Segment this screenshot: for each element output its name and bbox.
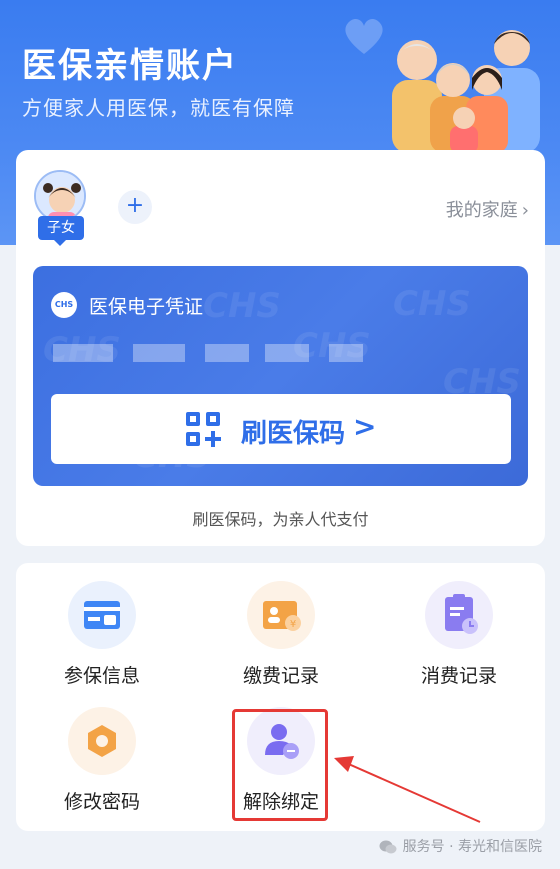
child-avatar-icon bbox=[36, 172, 84, 220]
chevron-right-icon: > bbox=[353, 410, 377, 443]
service-label: 缴费记录 bbox=[242, 665, 319, 687]
child-avatar[interactable] bbox=[34, 170, 86, 222]
my-family-label: 我的家庭 bbox=[445, 200, 518, 221]
family-card: 子女 + 我的家庭› CHS CHS CHS CHS CHS CHS CHS 医… bbox=[16, 150, 545, 546]
service-expense-record[interactable]: 消费记录 bbox=[389, 581, 529, 688]
service-label: 参保信息 bbox=[63, 665, 140, 687]
footer-text: 服务号 · 寿光和信医院 bbox=[402, 839, 542, 855]
wechat-icon bbox=[379, 840, 397, 854]
scan-code-label: 刷医保码 bbox=[241, 419, 346, 449]
medical-certificate-card: CHS CHS CHS CHS CHS CHS CHS 医保电子凭证 刷医保码 … bbox=[33, 266, 528, 486]
add-member-button[interactable]: + bbox=[118, 190, 152, 224]
masked-id-segment bbox=[265, 344, 309, 362]
watermark: CHS bbox=[203, 286, 281, 326]
pay-hint-text: 刷医保码，为亲人代支付 bbox=[192, 510, 369, 529]
scan-medical-code-button[interactable]: 刷医保码 > bbox=[51, 394, 511, 464]
footer-source: 服务号 · 寿光和信医院 bbox=[379, 836, 542, 856]
annotation-arrow bbox=[334, 756, 481, 823]
watermark: CHS bbox=[393, 284, 471, 324]
insurance-card-icon bbox=[68, 581, 136, 649]
highlight-box bbox=[232, 709, 328, 821]
masked-id-segment bbox=[133, 344, 185, 362]
page-title: 医保亲情账户 bbox=[22, 46, 238, 86]
my-family-link[interactable]: 我的家庭 › bbox=[446, 196, 529, 222]
chs-logo-icon: CHS bbox=[51, 292, 77, 318]
svg-text:¥: ¥ bbox=[290, 619, 296, 630]
page-subtitle: 方便家人用医保，就医有保障 bbox=[22, 96, 295, 120]
service-change-password[interactable]: 修改密码 bbox=[32, 707, 172, 814]
service-payment-record[interactable]: ¥ 缴费记录 bbox=[211, 581, 351, 688]
payment-record-icon: ¥ bbox=[247, 581, 315, 649]
masked-id-segment bbox=[329, 344, 363, 362]
member-tag: 子女 bbox=[38, 216, 84, 246]
service-insurance-info[interactable]: 参保信息 bbox=[32, 581, 172, 688]
masked-id-segment bbox=[205, 344, 249, 362]
masked-id-segment bbox=[53, 344, 113, 362]
service-label: 修改密码 bbox=[63, 791, 140, 813]
family-illustration bbox=[392, 30, 540, 153]
password-icon bbox=[68, 707, 136, 775]
chevron-right-icon: › bbox=[521, 200, 529, 221]
qr-code-icon bbox=[186, 412, 221, 447]
service-label: 消费记录 bbox=[420, 665, 497, 687]
certificate-label: 医保电子凭证 bbox=[89, 296, 204, 318]
expense-record-icon bbox=[425, 581, 493, 649]
